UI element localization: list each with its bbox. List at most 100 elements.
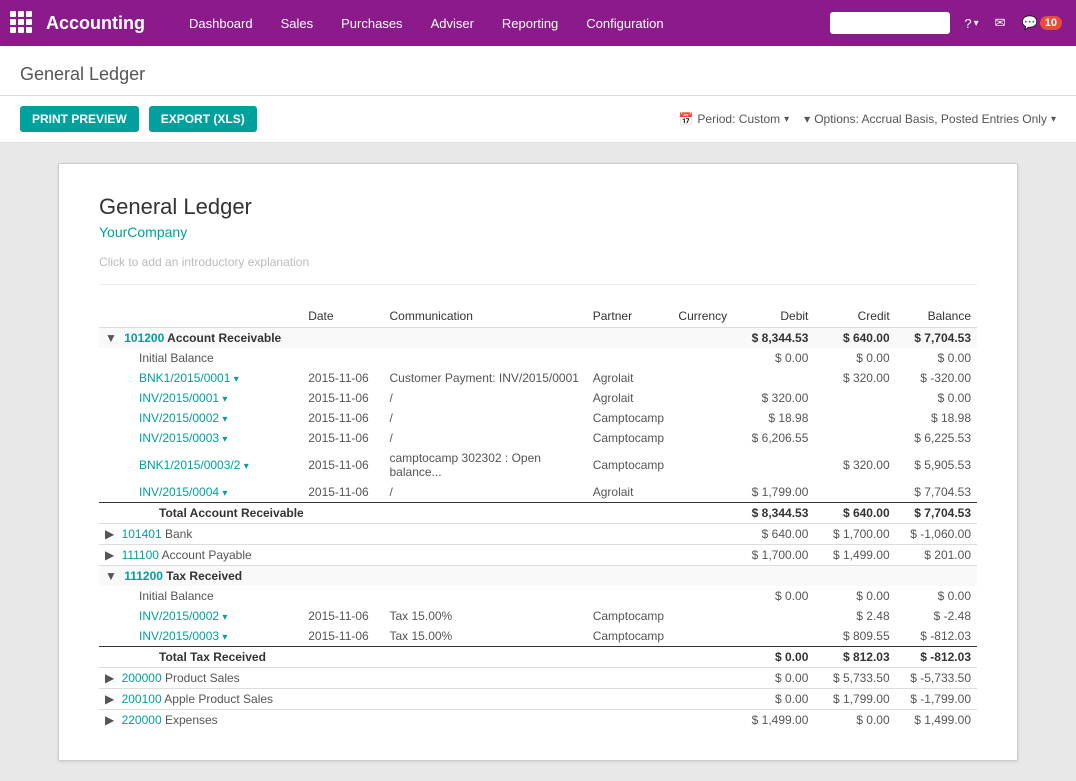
entry-ref[interactable]: INV/2015/0003 ▾ — [99, 428, 302, 448]
filter-section: 📅 Period: Custom ▾ ▾ Options: Accrual Ba… — [678, 112, 1056, 126]
entry-caret[interactable]: ▾ — [222, 488, 227, 499]
entry-ref[interactable]: BNK1/2015/0001 ▾ — [99, 368, 302, 388]
account-header-label[interactable]: ▼ 111200 Tax Received — [99, 566, 733, 587]
expand-icon[interactable]: ▶ — [105, 527, 114, 541]
col-currency: Currency — [671, 305, 733, 328]
collapsed-account-label[interactable]: ▶ 101401 Bank — [99, 524, 733, 545]
entry-ref-link[interactable]: INV/2015/0001 — [139, 391, 219, 405]
collapsed-account-row: ▶ 200100 Apple Product Sales $ 0.00 $ 1,… — [99, 689, 977, 710]
entry-partner: Agrolait — [587, 388, 672, 408]
entry-partner: Agrolait — [587, 482, 672, 503]
entry-caret[interactable]: ▾ — [222, 394, 227, 405]
initial-partner — [587, 348, 672, 368]
nav-reporting[interactable]: Reporting — [488, 0, 572, 46]
messages-icon-btn[interactable]: ✉ — [991, 11, 1010, 35]
entry-ref-link[interactable]: INV/2015/0003 — [139, 431, 219, 445]
entry-caret[interactable]: ▾ — [234, 374, 239, 385]
entry-communication: Customer Payment: INV/2015/0001 — [384, 368, 587, 388]
options-caret: ▾ — [1051, 114, 1056, 125]
collapsed-account-id[interactable]: 200100 — [122, 692, 162, 706]
entry-debit — [733, 448, 814, 482]
entry-caret[interactable]: ▾ — [222, 612, 227, 623]
period-filter[interactable]: 📅 Period: Custom ▾ — [678, 112, 789, 126]
nav-adviser[interactable]: Adviser — [417, 0, 488, 46]
collapsed-debit: $ 0.00 — [733, 689, 814, 710]
account-debit — [733, 566, 814, 587]
entry-caret[interactable]: ▾ — [222, 434, 227, 445]
entry-ref[interactable]: INV/2015/0002 ▾ — [99, 408, 302, 428]
entry-ref-link[interactable]: BNK1/2015/0001 — [139, 371, 230, 385]
entry-ref[interactable]: BNK1/2015/0003/2 ▾ — [99, 448, 302, 482]
entry-ref-link[interactable]: INV/2015/0004 — [139, 485, 219, 499]
help-icon-btn[interactable]: ? ▾ — [960, 12, 982, 35]
col-debit: Debit — [733, 305, 814, 328]
collapsed-account-label[interactable]: ▶ 200100 Apple Product Sales — [99, 689, 733, 710]
report-company[interactable]: YourCompany — [99, 224, 977, 240]
entry-communication: / — [384, 388, 587, 408]
entry-ref[interactable]: INV/2015/0001 ▾ — [99, 388, 302, 408]
total-debit: $ 8,344.53 — [733, 503, 814, 524]
initial-currency — [671, 586, 733, 606]
account-id-link[interactable]: 111200 — [124, 569, 163, 583]
col-credit: Credit — [814, 305, 895, 328]
entry-ref[interactable]: INV/2015/0002 ▾ — [99, 606, 302, 626]
entry-ref[interactable]: INV/2015/0003 ▾ — [99, 626, 302, 647]
account-id-link[interactable]: 101200 — [124, 331, 164, 345]
entry-debit — [733, 626, 814, 647]
chat-icon-btn[interactable]: 💬 10 — [1018, 11, 1066, 35]
report-intro[interactable]: Click to add an introductory explanation — [99, 255, 977, 285]
entry-ref-link[interactable]: BNK1/2015/0003/2 — [139, 458, 240, 472]
period-label: Period: Custom — [697, 112, 780, 126]
entry-credit: $ 2.48 — [814, 606, 895, 626]
initial-credit: $ 0.00 — [814, 348, 895, 368]
collapsed-balance: $ -1,799.00 — [896, 689, 977, 710]
account-name: Account Receivable — [167, 331, 281, 345]
collapsed-account-label[interactable]: ▶ 220000 Expenses — [99, 710, 733, 731]
account-header-row: ▼ 101200 Account Receivable $ 8,344.53 $… — [99, 328, 977, 349]
account-credit: $ 640.00 — [814, 328, 895, 349]
entry-balance: $ 5,905.53 — [896, 448, 977, 482]
search-input[interactable] — [830, 12, 950, 34]
page-header: General Ledger — [0, 46, 1076, 96]
collapsed-account-id[interactable]: 111100 — [122, 548, 159, 562]
entry-caret[interactable]: ▾ — [222, 632, 227, 643]
nav-dashboard[interactable]: Dashboard — [175, 0, 267, 46]
nav-configuration[interactable]: Configuration — [572, 0, 677, 46]
collapsed-debit: $ 1,700.00 — [733, 545, 814, 566]
expand-icon[interactable]: ▶ — [105, 713, 114, 727]
collapsed-account-id[interactable]: 101401 — [122, 527, 162, 541]
entry-ref-link[interactable]: INV/2015/0003 — [139, 629, 219, 643]
nav-sales[interactable]: Sales — [267, 0, 328, 46]
collapsed-account-label[interactable]: ▶ 111100 Account Payable — [99, 545, 733, 566]
collapsed-credit: $ 0.00 — [814, 710, 895, 731]
entry-row: INV/2015/0004 ▾ 2015-11-06 / Agrolait $ … — [99, 482, 977, 503]
expand-icon[interactable]: ▶ — [105, 671, 114, 685]
col-balance: Balance — [896, 305, 977, 328]
options-filter[interactable]: ▾ Options: Accrual Basis, Posted Entries… — [804, 112, 1056, 126]
collapsed-account-row: ▶ 101401 Bank $ 640.00 $ 1,700.00 $ -1,0… — [99, 524, 977, 545]
collapsed-account-id[interactable]: 200000 — [122, 671, 162, 685]
collapsed-account-label[interactable]: ▶ 200000 Product Sales — [99, 668, 733, 689]
entry-date: 2015-11-06 — [302, 482, 383, 503]
initial-balance: $ 0.00 — [896, 348, 977, 368]
collapsed-account-id[interactable]: 220000 — [122, 713, 162, 727]
expand-icon[interactable]: ▶ — [105, 548, 114, 562]
col-communication: Communication — [384, 305, 587, 328]
envelope-icon: ✉ — [995, 15, 1006, 31]
account-header-label[interactable]: ▼ 101200 Account Receivable — [99, 328, 733, 349]
entry-caret[interactable]: ▾ — [222, 414, 227, 425]
collapse-icon[interactable]: ▼ — [105, 331, 117, 345]
export-xls-button[interactable]: EXPORT (XLS) — [149, 106, 257, 132]
nav-purchases[interactable]: Purchases — [327, 0, 416, 46]
entry-ref-link[interactable]: INV/2015/0002 — [139, 609, 219, 623]
account-credit — [814, 566, 895, 587]
initial-date — [302, 586, 383, 606]
entry-ref-link[interactable]: INV/2015/0002 — [139, 411, 219, 425]
entry-ref[interactable]: INV/2015/0004 ▾ — [99, 482, 302, 503]
collapse-icon[interactable]: ▼ — [105, 569, 117, 583]
app-grid-icon[interactable] — [10, 11, 34, 35]
entry-debit: $ 18.98 — [733, 408, 814, 428]
print-preview-button[interactable]: PRINT PREVIEW — [20, 106, 139, 132]
expand-icon[interactable]: ▶ — [105, 692, 114, 706]
entry-caret[interactable]: ▾ — [244, 461, 249, 472]
